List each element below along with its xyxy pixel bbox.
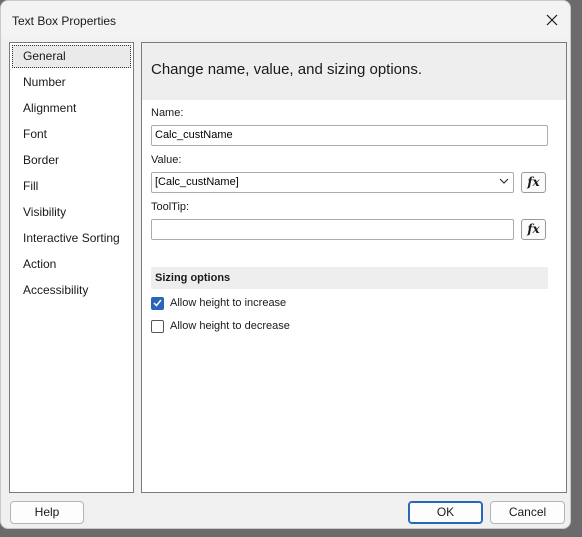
general-panel: Change name, value, and sizing options. … — [141, 42, 567, 493]
dialog-title: Text Box Properties — [12, 14, 117, 28]
title-bar: Text Box Properties — [1, 1, 570, 39]
nav-item-fill[interactable]: Fill — [12, 175, 131, 198]
name-label: Name: — [151, 107, 184, 119]
nav-item-accessibility[interactable]: Accessibility — [12, 279, 131, 302]
close-button[interactable] — [540, 9, 564, 31]
allow-height-decrease-checkbox[interactable] — [151, 319, 164, 333]
check-icon — [153, 299, 162, 307]
tooltip-input[interactable] — [151, 219, 514, 240]
nav-item-number[interactable]: Number — [12, 71, 131, 94]
nav-item-action[interactable]: Action — [12, 253, 131, 276]
name-input[interactable]: Calc_custName — [151, 125, 548, 146]
fx-icon: fx — [527, 222, 540, 236]
help-button[interactable]: Help — [10, 501, 84, 524]
allow-height-decrease-label: Allow height to decrease — [170, 320, 290, 332]
category-list: General Number Alignment Font Border Fil… — [9, 42, 134, 493]
panel-header: Change name, value, and sizing options. — [142, 43, 566, 100]
nav-item-general[interactable]: General — [12, 45, 131, 68]
ok-button[interactable]: OK — [408, 501, 483, 524]
nav-item-border[interactable]: Border — [12, 149, 131, 172]
panel-header-text: Change name, value, and sizing options. — [151, 61, 423, 78]
chevron-down-icon[interactable] — [499, 178, 509, 184]
value-combobox-text: [Calc_custName] — [155, 176, 239, 188]
nav-item-alignment[interactable]: Alignment — [12, 97, 131, 120]
value-label: Value: — [151, 154, 182, 166]
value-expression-button[interactable]: fx — [521, 172, 546, 193]
text-box-properties-dialog: Text Box Properties General Number Align… — [0, 0, 571, 529]
nav-item-visibility[interactable]: Visibility — [12, 201, 131, 224]
value-combobox[interactable]: [Calc_custName] — [151, 172, 514, 193]
cancel-button[interactable]: Cancel — [490, 501, 565, 524]
nav-item-interactive-sorting[interactable]: Interactive Sorting — [12, 227, 131, 250]
tooltip-label: ToolTip: — [151, 201, 190, 213]
allow-height-increase-row[interactable]: Allow height to increase — [151, 295, 286, 311]
tooltip-expression-button[interactable]: fx — [521, 219, 546, 240]
fx-icon: fx — [527, 175, 540, 189]
allow-height-increase-checkbox[interactable] — [151, 296, 164, 310]
allow-height-increase-label: Allow height to increase — [170, 297, 287, 309]
allow-height-decrease-row[interactable]: Allow height to decrease — [151, 318, 290, 334]
close-icon — [546, 14, 558, 26]
nav-item-font[interactable]: Font — [12, 123, 131, 146]
sizing-options-header: Sizing options — [151, 267, 548, 289]
